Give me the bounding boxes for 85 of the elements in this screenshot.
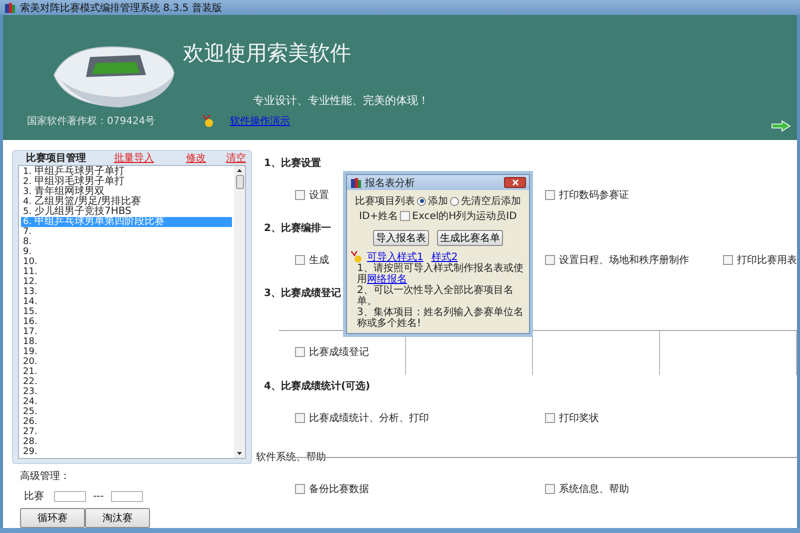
list-item[interactable]: 5. 少儿组男子竞技7HBS: [21, 207, 232, 218]
option-label[interactable]: 打印奖状: [559, 411, 599, 426]
list-item[interactable]: 24.: [21, 397, 232, 408]
option-label[interactable]: 打印比赛用表: [737, 253, 797, 268]
action-link[interactable]: 批量导入: [114, 151, 154, 166]
checkbox[interactable]: [545, 190, 555, 200]
arrow-icon[interactable]: [771, 120, 791, 132]
list-item[interactable]: 19.: [21, 347, 232, 358]
list-item[interactable]: 15.: [21, 307, 232, 318]
checkbox[interactable]: [295, 255, 305, 266]
option-label[interactable]: 备份比赛数据: [309, 482, 369, 496]
advanced-label: 高级管理：: [20, 470, 71, 484]
checkbox[interactable]: [545, 255, 555, 266]
section-title: 4、比赛成绩统计(可选): [264, 379, 370, 394]
checkbox[interactable]: [545, 484, 555, 494]
section-title: 2、比赛编排一: [264, 221, 331, 236]
list-item[interactable]: 18.: [21, 337, 232, 348]
app-icon: [350, 176, 362, 189]
window-title: 索美对阵比赛模式编排管理系统 8.3.5 普装版: [20, 2, 222, 15]
action-link[interactable]: 清空: [226, 151, 246, 166]
list-item[interactable]: 28.: [21, 437, 232, 448]
list-item[interactable]: 23.: [21, 387, 232, 398]
input-field[interactable]: [54, 490, 86, 502]
list-item[interactable]: 22.: [21, 377, 232, 388]
action-link[interactable]: 修改: [186, 151, 206, 166]
register-link[interactable]: 网络报名: [367, 274, 407, 286]
close-icon: [512, 179, 518, 186]
checkbox[interactable]: [295, 413, 305, 424]
list-item[interactable]: 14.: [21, 297, 232, 308]
list-item[interactable]: 7.: [21, 227, 232, 238]
panel-title: 比赛项目管理: [25, 151, 87, 166]
option-label[interactable]: 比赛成绩统计、分析、打印: [309, 411, 429, 426]
radio-button[interactable]: [450, 196, 459, 206]
checkbox[interactable]: [723, 255, 733, 266]
option-label[interactable]: 设置日程、场地和秩序册制作: [559, 253, 689, 268]
checkbox[interactable]: [295, 190, 305, 200]
checkbox[interactable]: [545, 413, 555, 424]
checkbox[interactable]: [295, 347, 305, 358]
close-button[interactable]: [504, 177, 526, 188]
dialog-title: 报名表分析: [365, 176, 416, 190]
range-separator: ---: [92, 490, 105, 502]
field-label: 比赛项目列表: [355, 194, 415, 208]
app-icon: [4, 2, 16, 14]
radio-button[interactable]: [417, 196, 426, 206]
checkbox[interactable]: [295, 484, 305, 494]
list-item[interactable]: 16.: [21, 317, 232, 328]
list-item[interactable]: 9.: [21, 247, 232, 258]
list-item[interactable]: 26.: [21, 417, 232, 428]
list-item[interactable]: 25.: [21, 407, 232, 418]
scrollbar[interactable]: [234, 166, 245, 458]
copyright-text: 国家软件著作权：079424号: [27, 114, 156, 128]
list-item[interactable]: 21.: [21, 367, 232, 378]
option-label[interactable]: 设置: [309, 188, 329, 202]
radio-label[interactable]: 先清空后添加: [461, 194, 521, 208]
list-item[interactable]: 17.: [21, 327, 232, 338]
checkbox-label[interactable]: Excel的H列为运动员ID: [412, 209, 517, 224]
list-item[interactable]: 10.: [21, 257, 232, 268]
option-label[interactable]: 生成: [309, 253, 329, 268]
list-item[interactable]: 8.: [21, 237, 232, 248]
section-title: 1、比赛设置: [264, 156, 321, 170]
list-item[interactable]: 11.: [21, 267, 232, 278]
dialog-button[interactable]: 生成比赛名单: [437, 230, 503, 246]
welcome-heading: 欢迎使用索美软件: [183, 40, 352, 68]
scroll-thumb[interactable]: [236, 175, 244, 190]
option-label[interactable]: 系统信息、帮助: [559, 482, 629, 496]
dialog-button[interactable]: 导入报名表: [373, 230, 429, 246]
list-item[interactable]: 12.: [21, 277, 232, 288]
range-label: 比赛: [23, 490, 45, 504]
field-label: ID+姓名: [359, 210, 398, 224]
checkbox[interactable]: [400, 211, 410, 222]
section-title: 3、比赛成绩登记: [264, 286, 341, 300]
option-label[interactable]: 打印数码参赛证: [559, 188, 629, 202]
note-text: 3、集体项目：姓名列输入参赛单位名称或多个姓名!: [356, 307, 524, 330]
note-text: 2、可以一次性导入全部比赛项目名单。: [356, 285, 514, 308]
input-field[interactable]: [111, 490, 143, 502]
list-item[interactable]: 20.: [21, 357, 232, 368]
mode-button[interactable]: 循环赛: [20, 508, 85, 528]
note-text: 1、请按照可导入样式制作报名表或使用网络报名: [356, 263, 524, 286]
list-item[interactable]: 27.: [21, 427, 232, 438]
list-item[interactable]: 29.: [21, 447, 232, 458]
option-label[interactable]: 比赛成绩登记: [309, 345, 369, 360]
mode-button[interactable]: 淘汰赛: [85, 508, 150, 528]
slogan: 专业设计、专业性能、完美的体现！: [253, 93, 430, 108]
radio-label[interactable]: 添加: [428, 194, 448, 208]
list-item[interactable]: 13.: [21, 287, 232, 298]
